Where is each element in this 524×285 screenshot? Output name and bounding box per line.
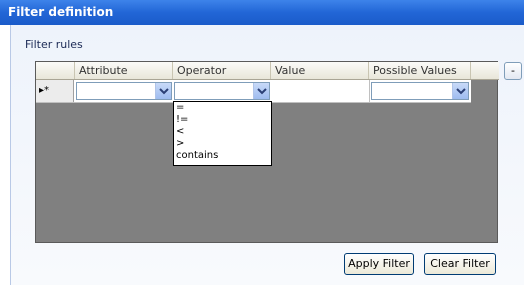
operator-option[interactable]: contains — [174, 150, 271, 162]
column-header-operator[interactable]: Operator — [173, 62, 271, 79]
chevron-down-icon — [159, 88, 169, 95]
column-header-attribute[interactable]: Attribute — [75, 62, 173, 79]
chevron-down-icon — [456, 88, 466, 95]
apply-filter-button[interactable]: Apply Filter — [344, 253, 414, 275]
grid-header: Attribute Operator Value Possible Values — [36, 62, 499, 80]
possible-values-combobox[interactable] — [371, 82, 469, 100]
value-cell[interactable] — [272, 80, 370, 102]
operator-option[interactable]: < — [174, 126, 271, 138]
attribute-combobox[interactable] — [76, 82, 172, 100]
filter-rules-label: Filter rules — [25, 38, 83, 51]
window-title: Filter definition — [0, 0, 524, 25]
new-row-marker[interactable]: ▸* — [36, 80, 74, 102]
operator-combobox[interactable] — [174, 82, 270, 100]
operator-option[interactable]: > — [174, 138, 271, 150]
operator-option[interactable]: = — [174, 102, 271, 114]
operator-dropdown-button[interactable] — [253, 83, 269, 99]
operator-option[interactable]: != — [174, 114, 271, 126]
remove-rule-button[interactable]: - — [504, 62, 522, 80]
clear-filter-button[interactable]: Clear Filter — [424, 253, 496, 275]
column-header-value[interactable]: Value — [271, 62, 369, 79]
attribute-dropdown-button[interactable] — [155, 83, 171, 99]
column-header-possible-values[interactable]: Possible Values — [369, 62, 471, 79]
row-header-corner — [36, 62, 75, 79]
grid-new-row[interactable]: ▸* — [36, 80, 471, 103]
operator-dropdown-list[interactable]: = != < > contains — [173, 101, 272, 166]
possible-values-dropdown-button[interactable] — [452, 83, 468, 99]
chevron-down-icon — [257, 88, 267, 95]
